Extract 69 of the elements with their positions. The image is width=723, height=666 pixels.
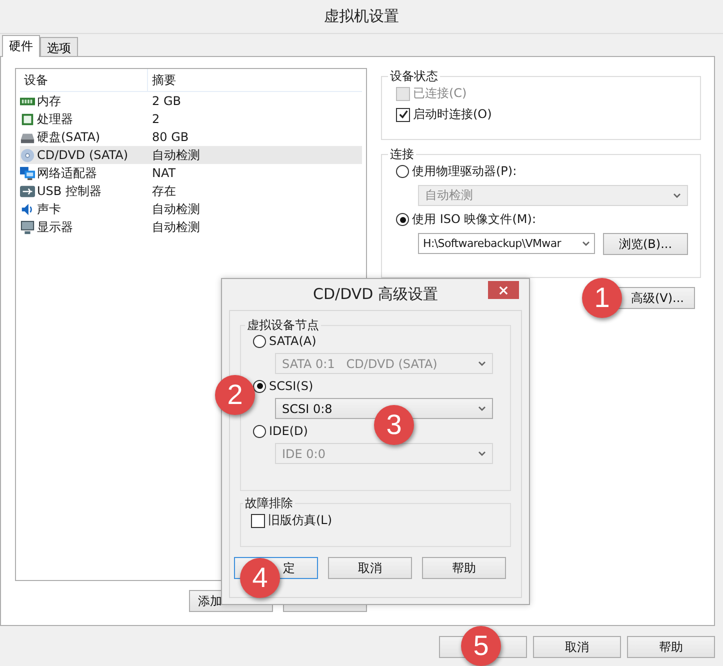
radio-button[interactable] (253, 334, 266, 348)
device-name: 硬盘(SATA) (37, 128, 100, 146)
device-name: CD/DVD (SATA) (37, 148, 128, 162)
footer-button[interactable]: 取消 (533, 636, 621, 658)
device-row[interactable]: USB 控制器 存在 (20, 182, 362, 200)
dialog-button[interactable]: 取消 (328, 557, 412, 579)
footer-button[interactable]: 帮助 (627, 636, 715, 658)
chevron-icon (673, 192, 681, 198)
chevron-icon (582, 240, 590, 246)
path-dropdown[interactable]: H:\Softwarebackup\VMwar (418, 233, 595, 254)
device-row[interactable]: 网络适配器 NAT (20, 164, 362, 182)
browse-button[interactable]: 浏览(B)... (603, 233, 688, 255)
group-title: 设备状态 (389, 68, 439, 85)
radio-button[interactable] (396, 213, 409, 226)
chevron-icon (478, 406, 486, 412)
device-row[interactable]: 处理器 2 (20, 110, 362, 128)
group-title: 故障排除 (244, 495, 294, 512)
device-row[interactable]: 显示器 自动检测 (20, 218, 362, 236)
dialog-button[interactable]: 帮助 (422, 557, 506, 579)
monitor-icon (20, 220, 35, 234)
check-icon (398, 109, 408, 120)
speaker-icon (20, 202, 35, 216)
radio-label[interactable]: 使用 ISO 映像文件(M): (412, 211, 536, 228)
device-row[interactable]: 内存 2 GB (20, 92, 362, 110)
close-button[interactable] (488, 281, 519, 299)
device-row[interactable]: 声卡 自动检测 (20, 200, 362, 218)
column-header[interactable]: 设备 (20, 69, 148, 91)
device-name: 内存 (37, 92, 61, 110)
chevron-icon (478, 360, 486, 366)
checkbox[interactable] (251, 514, 265, 528)
device-summary: 80 GB (151, 130, 189, 144)
radio-button[interactable] (253, 424, 266, 438)
close-icon (499, 286, 508, 294)
device-summary: 自动检测 (151, 200, 200, 218)
usb-icon (20, 184, 35, 198)
step-badge: 5 (461, 626, 501, 666)
chevron-icon (478, 450, 486, 456)
device-row[interactable]: CD/DVD (SATA) 自动检测 (20, 146, 362, 164)
device-summary: 自动检测 (151, 218, 200, 236)
device-summary: 2 (151, 112, 160, 126)
radio-button[interactable] (253, 380, 266, 392)
device-name: 网络适配器 (37, 164, 97, 182)
radio-label[interactable]: 使用物理驱动器(P): (412, 163, 517, 180)
chip-icon (20, 112, 35, 126)
radio-label[interactable]: SATA(A) (269, 334, 316, 348)
device-name: 处理器 (37, 110, 73, 128)
device-summary: 自动检测 (151, 146, 200, 164)
tab[interactable]: 硬件 (2, 35, 40, 57)
column-header[interactable]: 摘要 (148, 72, 176, 88)
device-summary: 存在 (151, 182, 176, 200)
device-row[interactable]: 硬盘(SATA) 80 GB (20, 128, 362, 146)
group-title: 虚拟设备节点 (246, 317, 320, 334)
checkbox-label[interactable]: 旧版仿真(L) (268, 512, 332, 529)
window-title: 虚拟机设置 (324, 7, 399, 26)
device-name: USB 控制器 (37, 182, 102, 200)
tab[interactable]: 选项 (40, 37, 78, 56)
radio-label[interactable]: IDE(D) (269, 424, 308, 438)
monitor-network-icon (20, 166, 35, 180)
checkbox-label[interactable]: 启动时连接(O) (413, 106, 492, 123)
disc-icon (20, 148, 35, 162)
device-name: 显示器 (37, 218, 73, 236)
device-summary: NAT (151, 166, 176, 180)
dialog-title: CD/DVD 高级设置 (313, 285, 438, 304)
device-summary: 2 GB (151, 94, 181, 108)
checkbox[interactable] (396, 108, 410, 122)
radio-label[interactable]: SCSI(S) (269, 379, 314, 393)
group-title: 连接 (389, 146, 415, 163)
device-name: 声卡 (37, 200, 61, 218)
radio-button[interactable] (396, 165, 409, 178)
